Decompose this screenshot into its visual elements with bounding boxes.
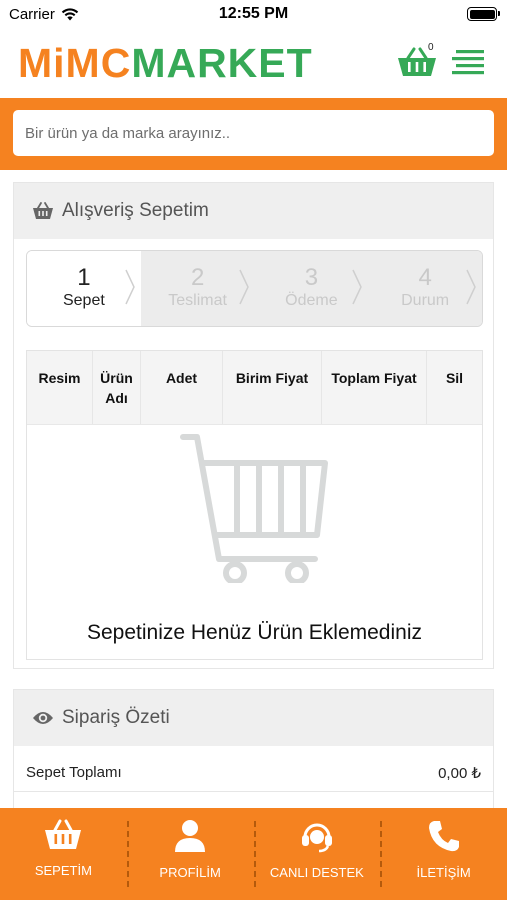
summary-row: Sepet Toplamı 0,00 ₺: [14, 754, 493, 792]
logo-part-2: MARKET: [131, 40, 313, 86]
status-bar: Carrier 12:55 PM: [0, 0, 507, 30]
nav-cart[interactable]: SEPETİM: [0, 808, 127, 900]
column-header: Resim: [27, 351, 93, 424]
cart-count-badge: 0: [428, 42, 434, 53]
summary-panel-header: Sipariş Özeti: [14, 690, 493, 746]
column-header: Sil: [445, 370, 464, 386]
step-number: 2: [190, 264, 205, 291]
column-header: Ürün Adı: [93, 351, 141, 424]
step-label: Durum: [401, 292, 450, 309]
step-label: Ödeme: [285, 292, 338, 309]
nav-contact[interactable]: İLETİŞİM: [380, 808, 507, 900]
bottom-navigation: SEPETİM PROFİLİM CANLI DESTEK İLETİŞİM: [0, 808, 507, 900]
nav-live-support[interactable]: CANLI DESTEK: [253, 808, 381, 900]
summary-panel-title: Sipariş Özeti: [62, 707, 170, 728]
column-header: Birim Fiyat: [223, 351, 322, 424]
logo-text: MiMCMARKET: [18, 42, 313, 84]
search-input[interactable]: [13, 110, 494, 156]
column-header: Toplam Fiyat: [322, 351, 427, 424]
eye-icon: [33, 712, 53, 724]
step-label: Teslimat: [168, 292, 227, 309]
app-header: MiMCMARKET 0: [0, 30, 507, 98]
menu-icon[interactable]: [452, 46, 486, 78]
step-label: Sepet: [62, 292, 105, 309]
step-number: 3: [304, 264, 319, 291]
chevron-right-icon: [238, 269, 249, 305]
step-number: 4: [418, 264, 432, 291]
chevron-right-icon: [125, 269, 135, 305]
user-icon: [175, 820, 206, 852]
headset-icon: [301, 823, 332, 853]
nav-label: PROFİLİM: [159, 865, 221, 880]
basket-icon: [33, 202, 53, 219]
checkout-steps: 1 Sepet 2 Teslimat 3 Ödeme 4 Durum: [26, 250, 483, 327]
cart-table: Resim Ürün Adı Adet Birim Fiyat Toplam F…: [26, 350, 483, 660]
battery-icon: [467, 7, 500, 21]
summary-row-value: 0,00 ₺: [438, 764, 481, 782]
nav-label: CANLI DESTEK: [269, 865, 364, 880]
step-delivery[interactable]: 2 Teslimat: [140, 251, 255, 326]
step-payment[interactable]: 3 Ödeme: [254, 251, 369, 326]
clock: 12:55 PM: [218, 5, 289, 22]
cart-table-header: Resim Ürün Adı Adet Birim Fiyat Toplam F…: [27, 351, 482, 425]
basket-icon: [45, 819, 82, 849]
nav-label: SEPETİM: [34, 863, 92, 878]
column-header: Adet: [141, 351, 223, 424]
step-number: 1: [77, 264, 91, 291]
nav-profile[interactable]: PROFİLİM: [126, 808, 254, 900]
empty-cart-message: Sepetinize Henüz Ürün Eklemediniz: [86, 621, 422, 644]
step-cart[interactable]: 1 Sepet: [27, 251, 141, 326]
search-bar-area: [0, 98, 507, 170]
chevron-right-icon: [466, 269, 476, 305]
brand-logo[interactable]: MiMCMARKET: [18, 42, 313, 84]
nav-label: İLETİŞİM: [416, 865, 471, 880]
cart-panel-header: Alışveriş Sepetim: [14, 183, 493, 239]
logo-part-1: MiMC: [18, 40, 132, 86]
summary-row-label: Sepet Toplamı: [26, 764, 122, 781]
step-status[interactable]: 4 Durum: [368, 251, 482, 326]
empty-cart-icon: [180, 434, 328, 583]
cart-panel-title: Alışveriş Sepetim: [62, 200, 209, 221]
cart-panel: Alışveriş Sepetim 1 Sepet 2 Teslimat 3 Ö…: [13, 182, 494, 669]
phone-icon: [428, 821, 459, 852]
chevron-right-icon: [352, 269, 363, 305]
